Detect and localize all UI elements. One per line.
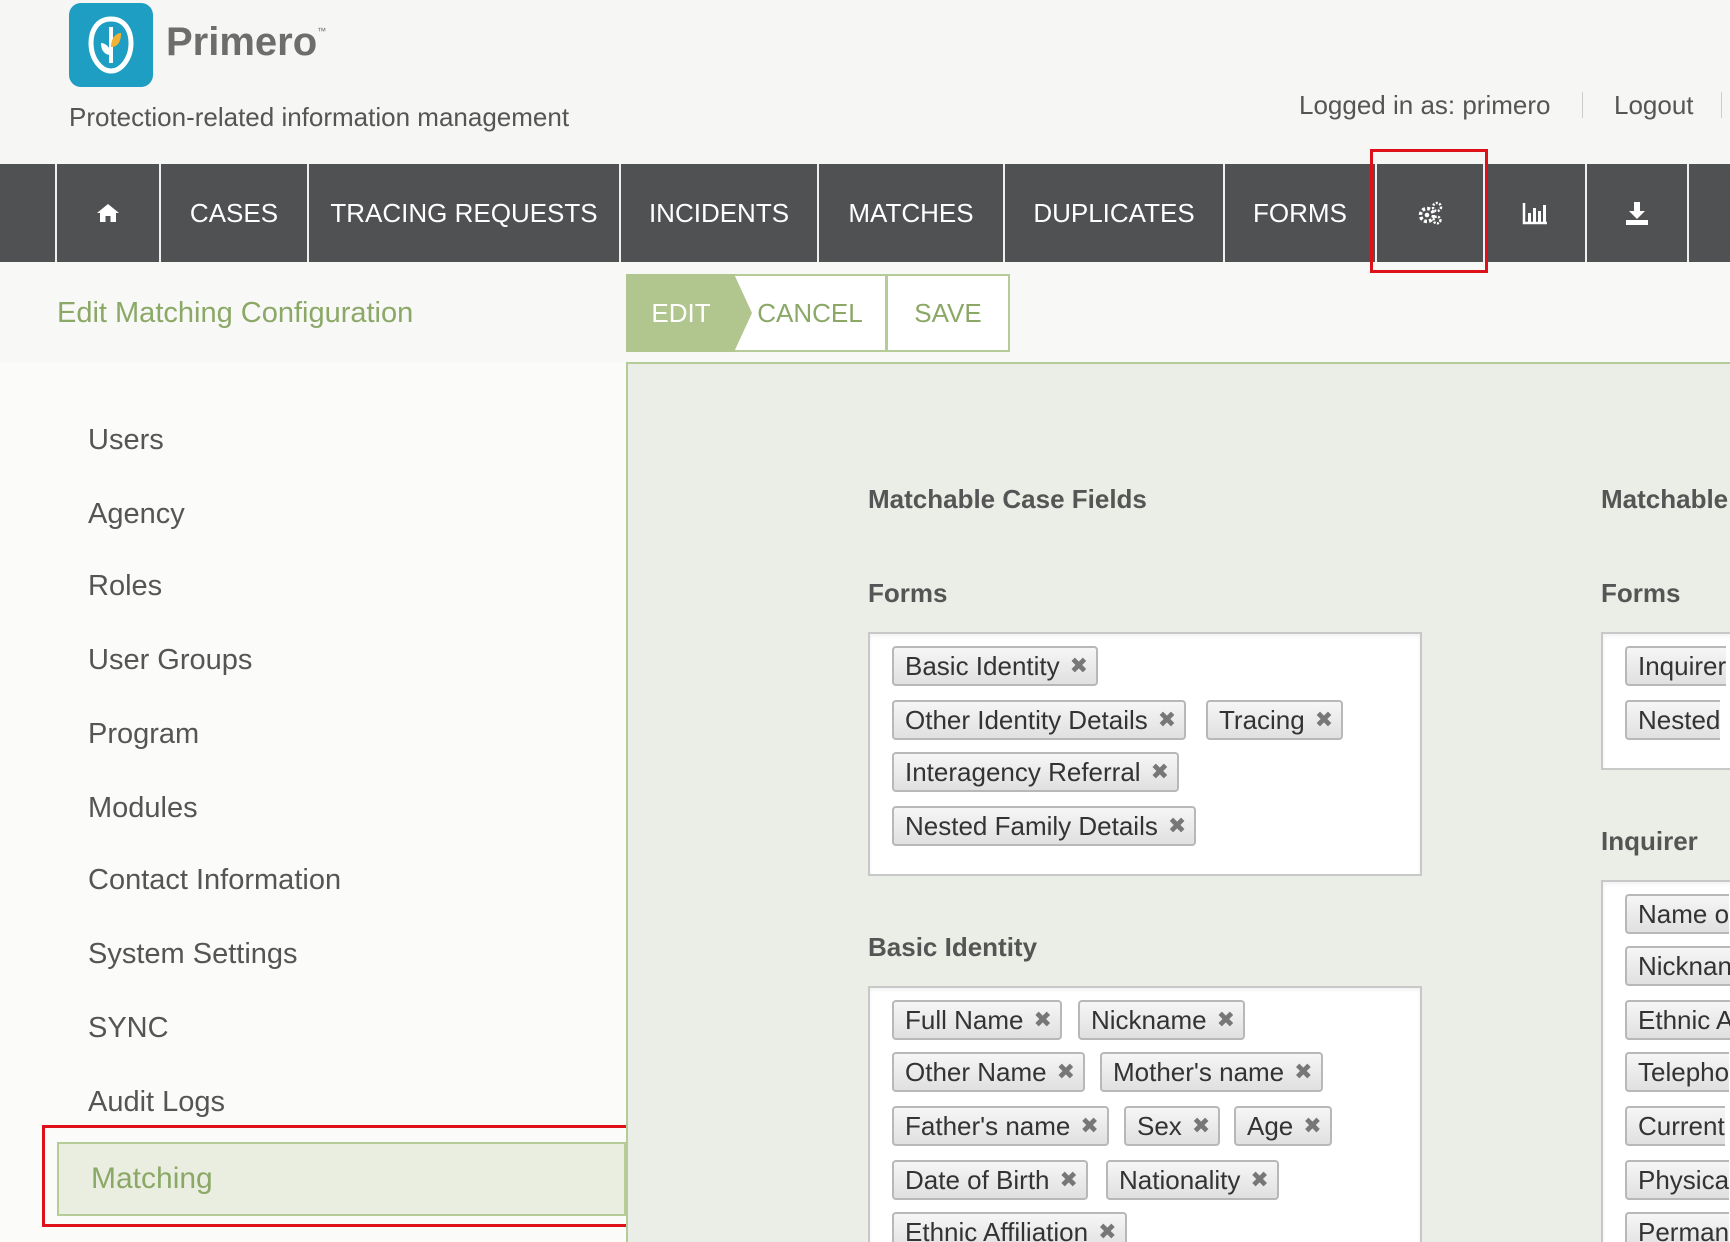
brand-name: Primero™ [166, 20, 327, 64]
nav-reports[interactable] [1483, 164, 1585, 262]
sidebar-item-user-groups[interactable]: User Groups [88, 644, 252, 677]
remove-tag-icon[interactable]: ✖ [1192, 1113, 1218, 1139]
tag-full-name: Full Name ✖ [892, 1000, 1062, 1040]
remove-tag-icon[interactable]: ✖ [1315, 707, 1341, 733]
tag-inquirer: Inquirer [1625, 646, 1727, 686]
tag-tracing: Tracing ✖ [1206, 700, 1344, 740]
tag-inquirer-nickname: Nicknan [1625, 946, 1730, 986]
sidebar-item-roles[interactable]: Roles [88, 570, 162, 603]
sidebar-item-agency[interactable]: Agency [88, 498, 185, 531]
edit-active-arrow [734, 274, 752, 352]
tag-mothers-name: Mother's name ✖ [1100, 1052, 1323, 1092]
download-icon [1626, 202, 1648, 225]
sidebar-item-audit-logs[interactable]: Audit Logs [88, 1086, 225, 1119]
sidebar-item-system-settings[interactable]: System Settings [88, 938, 298, 971]
remove-tag-icon[interactable]: ✖ [1168, 813, 1194, 839]
tag-inquirer-current: Current [1625, 1106, 1725, 1146]
logout-link[interactable]: Logout [1614, 90, 1694, 121]
nav-tracing-requests[interactable]: TRACING REQUESTS [307, 164, 619, 262]
remove-tag-icon[interactable]: ✖ [1217, 1007, 1243, 1033]
remove-tag-icon[interactable]: ✖ [1303, 1113, 1329, 1139]
tag-nested: Nested [1625, 700, 1721, 740]
tag-inquirer-telephone: Telepho [1625, 1052, 1730, 1092]
tag-nested-family-details: Nested Family Details ✖ [892, 806, 1197, 846]
remove-tag-icon[interactable]: ✖ [1250, 1167, 1276, 1193]
header-divider [1582, 92, 1583, 118]
sidebar-item-sync[interactable]: SYNC [88, 1012, 169, 1045]
tag-inquirer-ethnic: Ethnic A [1625, 1000, 1730, 1040]
tag-sex: Sex ✖ [1124, 1106, 1221, 1146]
tag-interagency-referral: Interagency Referral ✖ [892, 752, 1179, 792]
tag-ethnic-affiliation: Ethnic Affiliation ✖ [892, 1212, 1127, 1242]
remove-tag-icon[interactable]: ✖ [1151, 759, 1177, 785]
tag-nickname: Nickname ✖ [1078, 1000, 1246, 1040]
nav-home[interactable] [55, 164, 159, 262]
remove-tag-icon[interactable]: ✖ [1033, 1007, 1059, 1033]
nav-duplicates[interactable]: DUPLICATES [1003, 164, 1223, 262]
sidebar-item-users[interactable]: Users [88, 424, 164, 457]
basic-identity-label: Basic Identity [868, 932, 1038, 962]
case-fields-heading: Matchable Case Fields [868, 484, 1147, 514]
tag-nationality: Nationality ✖ [1106, 1160, 1279, 1200]
logged-in-user: Logged in as: primero [1299, 90, 1551, 120]
tracing-forms-label: Forms [1601, 578, 1681, 608]
remove-tag-icon[interactable]: ✖ [1294, 1059, 1320, 1085]
tag-fathers-name: Father's name ✖ [892, 1106, 1109, 1146]
remove-tag-icon[interactable]: ✖ [1098, 1219, 1124, 1242]
matching-highlight-box [42, 1125, 644, 1227]
sidebar-item-program[interactable]: Program [88, 718, 199, 751]
tag-other-name: Other Name ✖ [892, 1052, 1086, 1092]
remove-tag-icon[interactable]: ✖ [1060, 1167, 1086, 1193]
remove-tag-icon[interactable]: ✖ [1070, 653, 1096, 679]
nav-matches[interactable]: MATCHES [817, 164, 1003, 262]
bar-chart-icon [1522, 203, 1547, 225]
case-forms-label: Forms [868, 578, 948, 608]
app-header: Primero™ Protection-related information … [0, 0, 1730, 164]
tag-date-of-birth: Date of Birth ✖ [892, 1160, 1088, 1200]
inquirer-label: Inquirer [1601, 826, 1698, 856]
nav-cases[interactable]: CASES [159, 164, 307, 262]
remove-tag-icon[interactable]: ✖ [1057, 1059, 1083, 1085]
header-divider [1721, 92, 1722, 118]
settings-highlight-box [1370, 149, 1488, 273]
nav-incidents[interactable]: INCIDENTS [619, 164, 817, 262]
nav-more[interactable] [1687, 164, 1730, 262]
remove-tag-icon[interactable]: ✖ [1158, 707, 1184, 733]
tag-inquirer-physical: Physica [1625, 1160, 1730, 1200]
home-icon [97, 204, 119, 222]
remove-tag-icon[interactable]: ✖ [1080, 1113, 1106, 1139]
tag-inquirer-name: Name o [1625, 894, 1730, 934]
nav-forms[interactable]: FORMS [1223, 164, 1375, 262]
tagline: Protection-related information managemen… [69, 102, 570, 132]
save-button[interactable]: SAVE [886, 274, 1010, 352]
tag-inquirer-permanent: Perman [1625, 1212, 1730, 1242]
nav-export[interactable] [1585, 164, 1687, 262]
tag-age: Age ✖ [1234, 1106, 1332, 1146]
tag-basic-identity: Basic Identity ✖ [892, 646, 1099, 686]
cancel-button[interactable]: CANCEL [735, 274, 887, 352]
tag-other-identity-details: Other Identity Details ✖ [892, 700, 1187, 740]
sidebar-item-modules[interactable]: Modules [88, 792, 198, 825]
page-title: Edit Matching Configuration [57, 297, 414, 329]
primero-logo-icon[interactable] [69, 3, 153, 87]
tracing-fields-heading: Matchable [1601, 484, 1729, 514]
edit-button[interactable]: EDIT [626, 274, 736, 352]
sidebar-item-contact-information[interactable]: Contact Information [88, 864, 341, 897]
